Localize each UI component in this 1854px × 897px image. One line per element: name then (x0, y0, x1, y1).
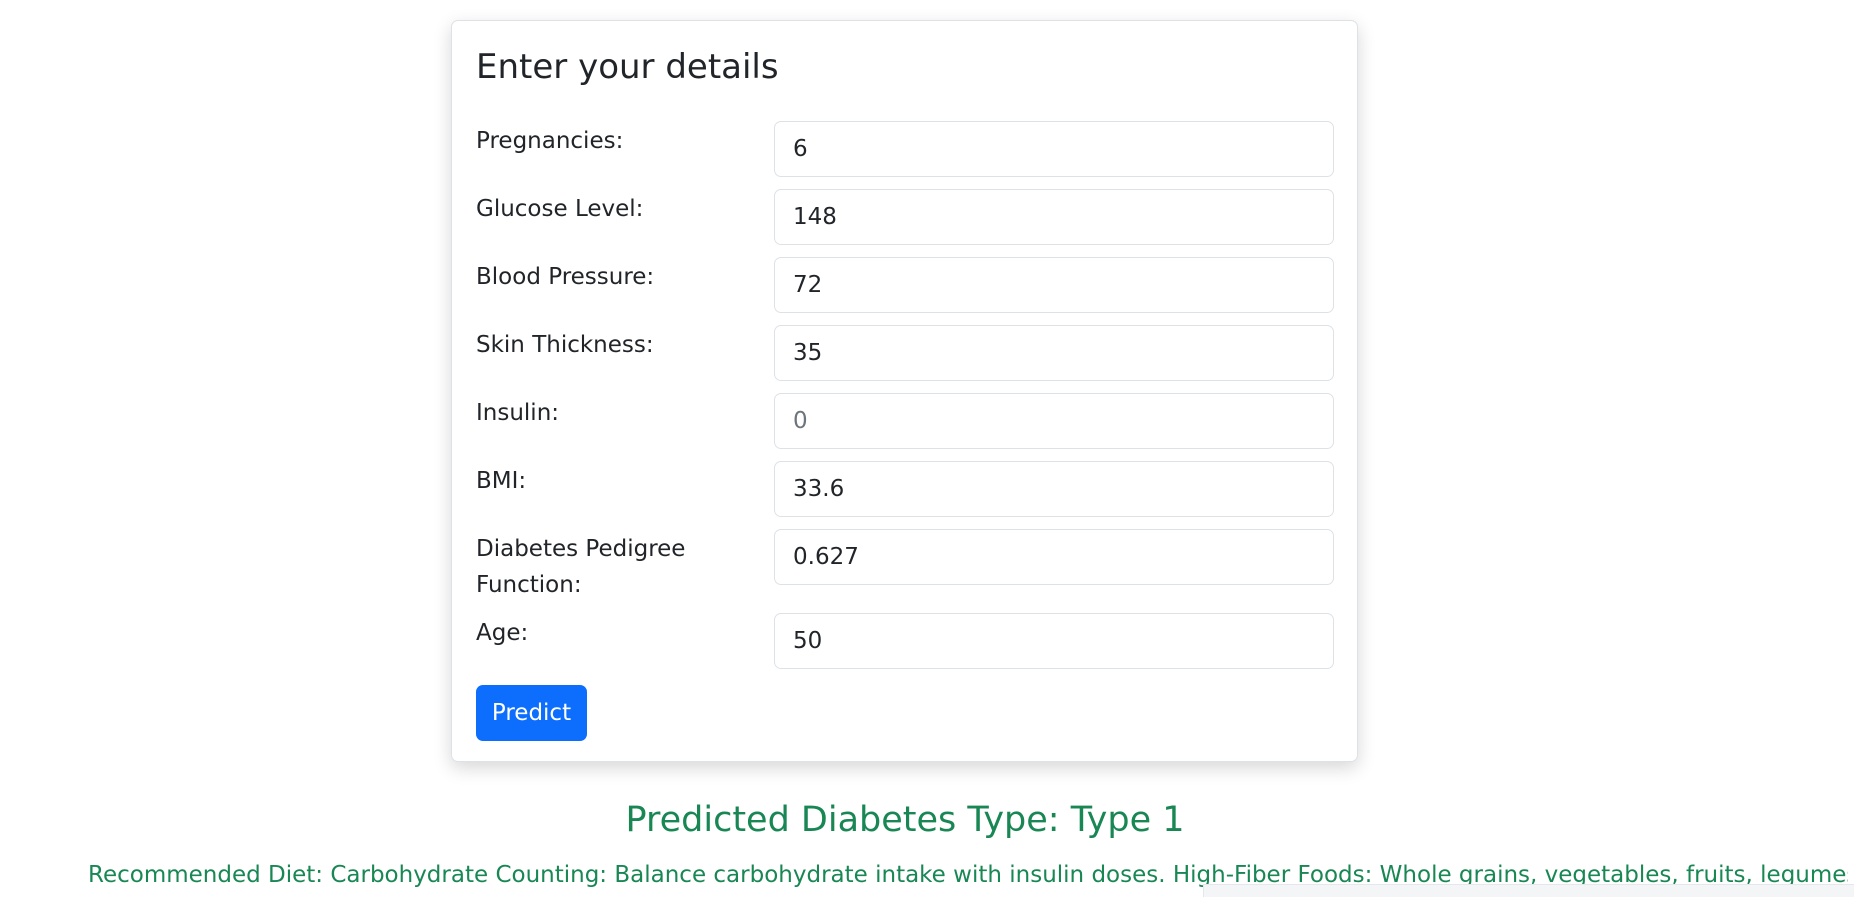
bmi-input[interactable] (774, 461, 1334, 517)
pregnancies-input[interactable] (774, 121, 1334, 177)
blood-pressure-input[interactable] (774, 257, 1334, 313)
pedigree-label: Diabetes Pedigree Function: (476, 536, 686, 598)
glucose-input[interactable] (774, 189, 1334, 245)
blood-pressure-label: Blood Pressure: (476, 264, 655, 290)
bmi-label: BMI: (476, 468, 527, 494)
details-form-card: Enter your details Pregnancies: Glucose … (451, 20, 1358, 762)
prediction-result-title: Predicted Diabetes Type: Type 1 (625, 800, 1185, 840)
age-input[interactable] (774, 613, 1334, 669)
insulin-label: Insulin: (476, 400, 560, 426)
corner-overlay-panel (1203, 884, 1854, 897)
form-title: Enter your details (476, 47, 779, 87)
insulin-input[interactable] (774, 393, 1334, 449)
pregnancies-label: Pregnancies: (476, 128, 624, 154)
glucose-label: Glucose Level: (476, 196, 644, 222)
age-label: Age: (476, 620, 529, 646)
skin-thickness-label: Skin Thickness: (476, 332, 654, 358)
predict-button[interactable]: Predict (476, 685, 587, 741)
skin-thickness-input[interactable] (774, 325, 1334, 381)
pedigree-input[interactable] (774, 529, 1334, 585)
